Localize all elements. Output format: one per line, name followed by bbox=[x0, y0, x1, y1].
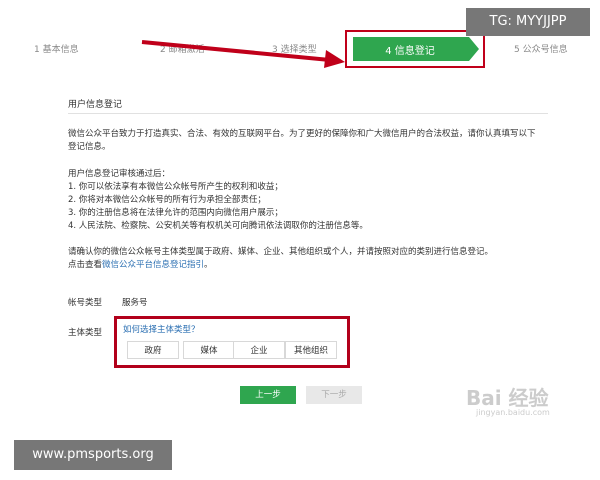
guide-prefix: 点击查看 bbox=[68, 260, 103, 270]
red-arrow-annotation bbox=[141, 40, 345, 68]
rights-item: 4. 人民法院、检察院、公安机关等有权机关可向腾讯依法调取你的注册信息等。 bbox=[68, 221, 368, 231]
baidu-logo-text: Bai 经验 bbox=[466, 386, 549, 410]
entity-option-media[interactable]: 媒体 bbox=[183, 341, 235, 359]
intro-paragraph: 微信公众平台致力于打造真实、合法、有效的互联网平台。为了更好的保障你和广大微信用… bbox=[68, 129, 536, 152]
entity-option-government[interactable]: 政府 bbox=[127, 341, 179, 359]
rights-item: 2. 你将对本微信公众帐号的所有行为承担全部责任； bbox=[68, 195, 266, 205]
rights-item: 3. 你的注册信息将在法律允许的范围内向微信用户展示； bbox=[68, 208, 283, 218]
rights-item: 1. 你可以依法享有本微信公众帐号所产生的权利和收益； bbox=[68, 182, 283, 192]
watermark-website: www.pmsports.org bbox=[14, 440, 172, 470]
confirm-text: 请确认你的微信公众帐号主体类型属于政府、媒体、企业、其他组织或个人，并请按照对应… bbox=[68, 247, 494, 257]
account-type-value: 服务号 bbox=[122, 298, 148, 308]
section-title: 用户信息登记 bbox=[68, 100, 123, 110]
guide-link[interactable]: 微信公众平台信息登记指引 bbox=[102, 260, 204, 270]
next-step-button[interactable]: 下一步 bbox=[306, 386, 362, 404]
step-basic-info: 1 基本信息 bbox=[34, 45, 79, 55]
entity-type-selector: 如何选择主体类型？ 政府 媒体 企业 其他组织 bbox=[114, 316, 350, 368]
rights-title: 用户信息登记审核通过后： bbox=[68, 169, 171, 179]
step-info-registration-highlight: 4 信息登记 bbox=[345, 30, 485, 68]
entity-type-help-link[interactable]: 如何选择主体类型？ bbox=[123, 323, 200, 335]
step-account-info: 5 公众号信息 bbox=[514, 45, 568, 55]
account-type-label: 帐号类型 bbox=[68, 298, 103, 308]
section-divider bbox=[68, 113, 548, 114]
guide-line: 点击查看微信公众平台信息登记指引。 bbox=[68, 259, 538, 272]
watermark-telegram: TG: MYYJJPP bbox=[466, 8, 590, 36]
prev-step-button[interactable]: 上一步 bbox=[240, 386, 296, 404]
confirm-block: 请确认你的微信公众帐号主体类型属于政府、媒体、企业、其他组织或个人，并请按照对应… bbox=[68, 246, 538, 272]
step-info-registration: 4 信息登记 bbox=[385, 46, 435, 57]
rights-block: 用户信息登记审核通过后： 1. 你可以依法享有本微信公众帐号所产生的权利和收益；… bbox=[68, 168, 538, 233]
entity-option-enterprise[interactable]: 企业 bbox=[233, 341, 285, 359]
entity-type-label: 主体类型 bbox=[68, 328, 103, 338]
baidu-jingyan-watermark: Bai 经验 jingyan.baidu.com bbox=[456, 378, 576, 426]
guide-suffix: 。 bbox=[204, 260, 213, 270]
entity-option-other-org[interactable]: 其他组织 bbox=[285, 341, 337, 359]
baidu-url: jingyan.baidu.com bbox=[476, 408, 550, 417]
